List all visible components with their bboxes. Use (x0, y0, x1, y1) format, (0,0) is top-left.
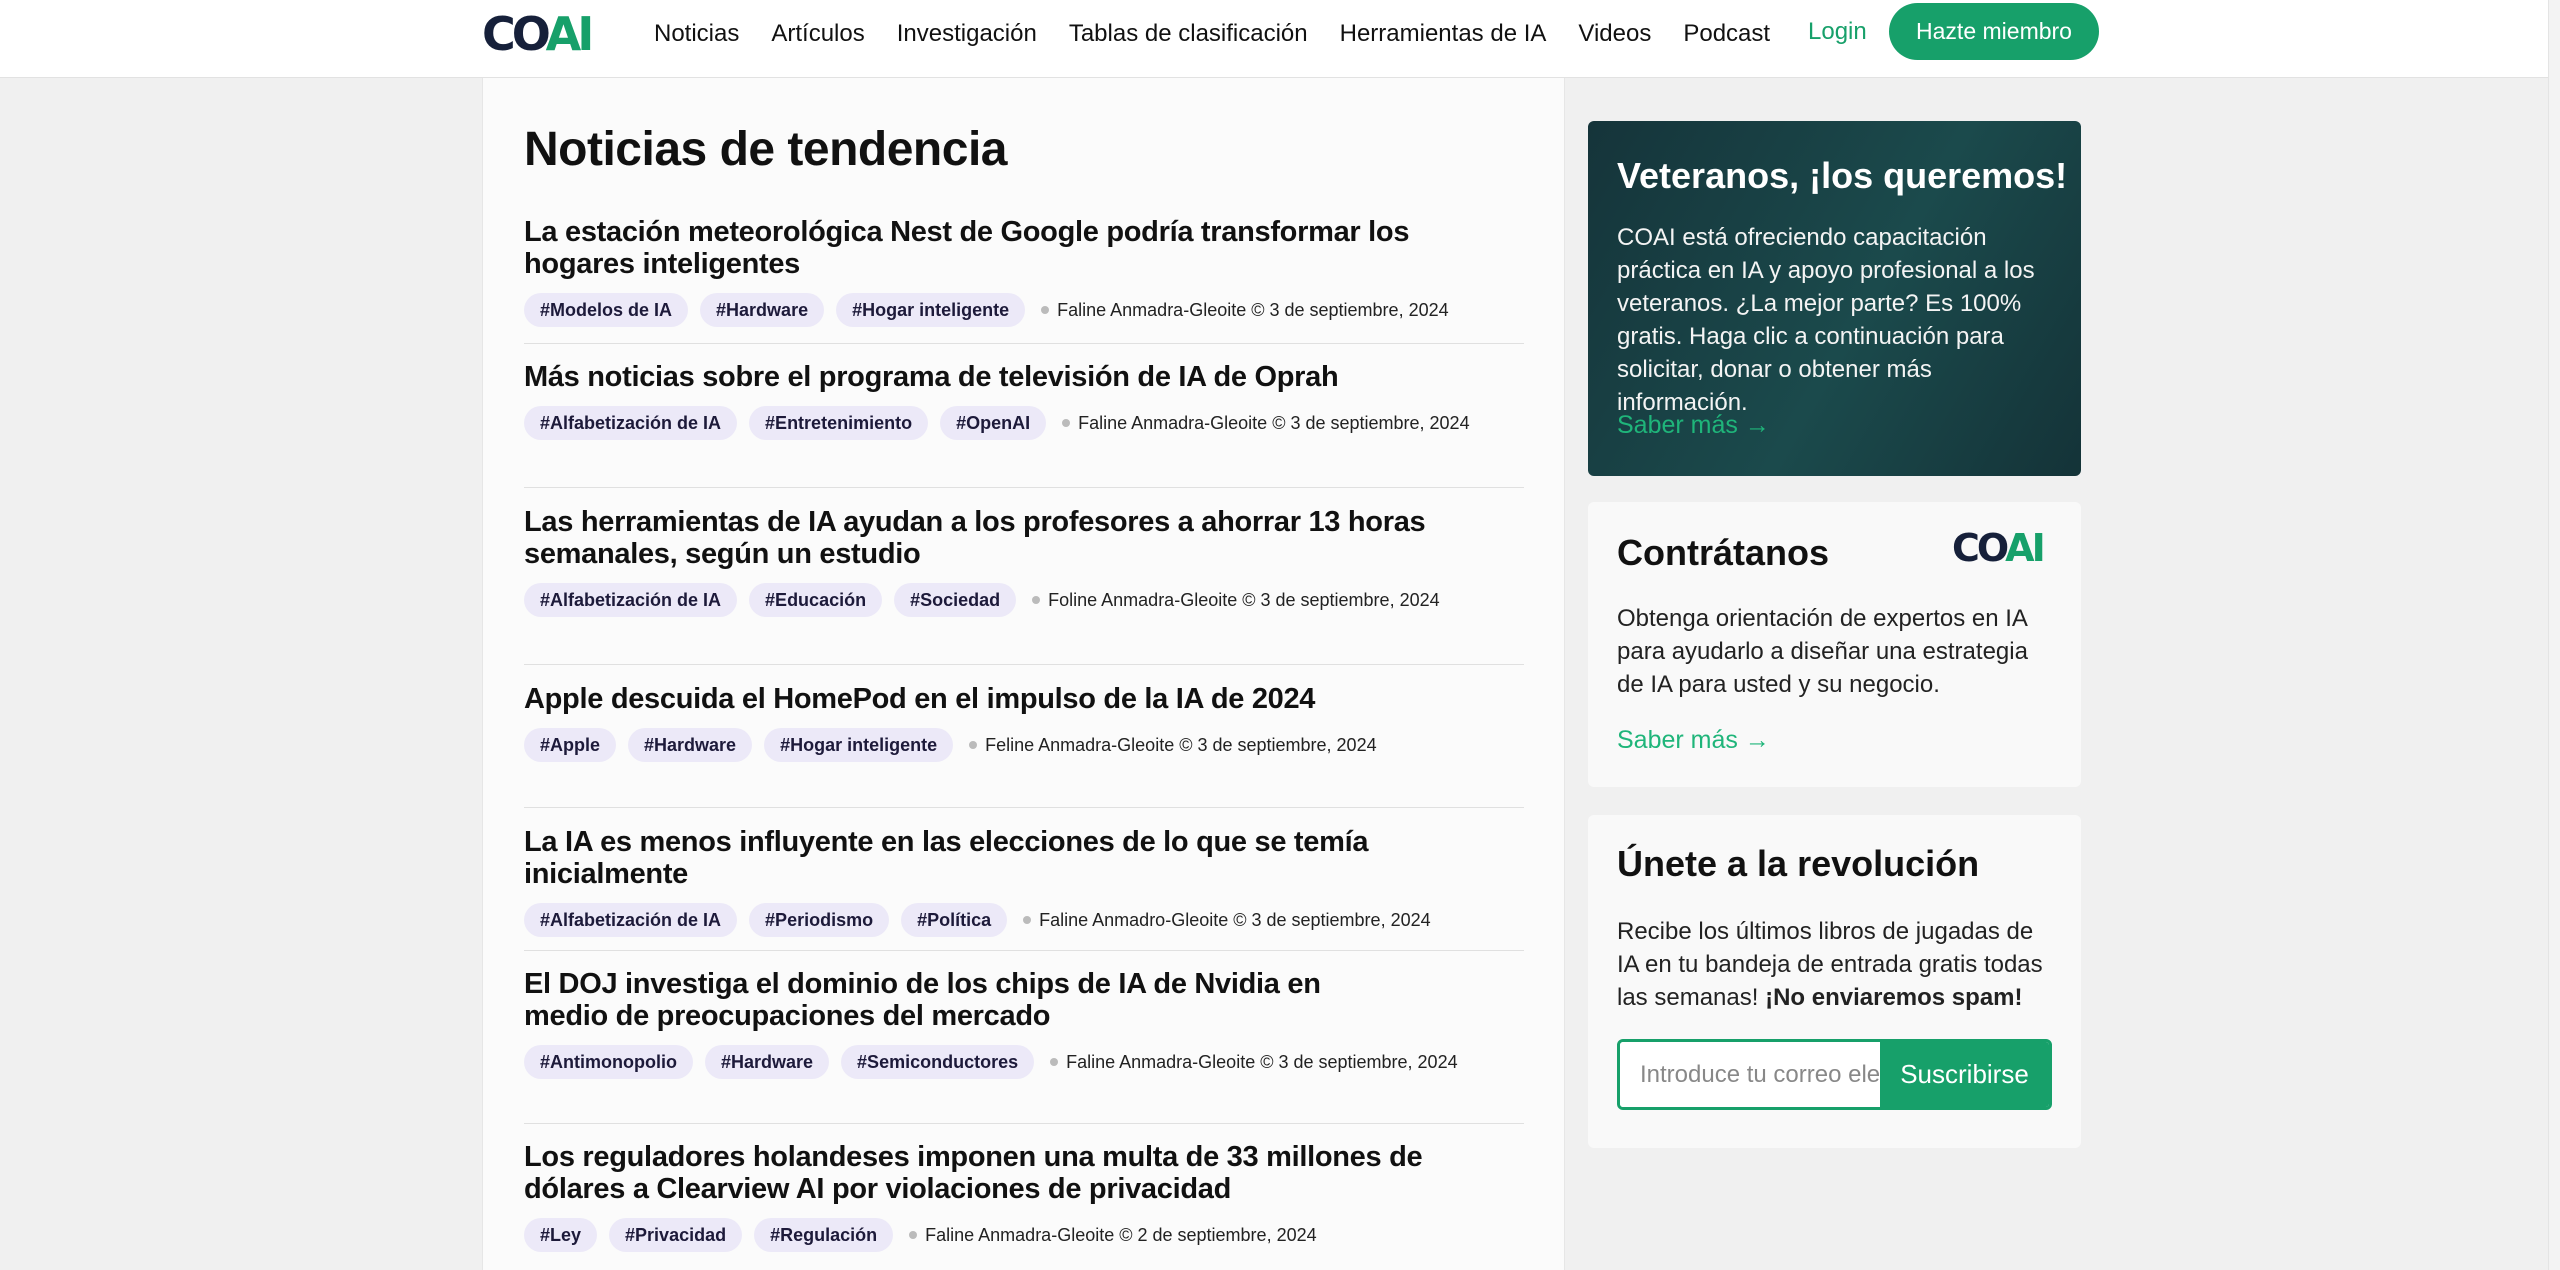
separator-dot (909, 1231, 918, 1239)
separator-dot (1023, 916, 1032, 924)
article-item: Más noticias sobre el programa de televi… (524, 361, 1524, 440)
tag-chip[interactable]: #Antimonopolio (524, 1045, 693, 1079)
nav-noticias[interactable]: Noticias (654, 20, 739, 48)
article-byline: Faline Anmadra-Gleoite © 3 de septiembre… (1078, 412, 1470, 433)
separator-dot (1032, 596, 1041, 604)
tag-chip[interactable]: #Hardware (628, 728, 753, 762)
tag-chip[interactable]: #Política (901, 903, 1008, 937)
nav-investigacion[interactable]: Investigación (897, 20, 1037, 48)
separator-dot (969, 741, 978, 749)
tag-chip[interactable]: #Hardware (704, 1045, 830, 1079)
coai-logo[interactable]: COAI (482, 11, 594, 57)
tag-chip[interactable]: #Alfabetización de IA (524, 903, 738, 937)
newsletter-card: Únete a la revolución Recibe los últimos… (1588, 815, 2081, 1148)
tag-chip[interactable]: #OpenAI (940, 406, 1047, 440)
divider (524, 807, 1524, 808)
divider (524, 950, 1524, 951)
article-byline: Faline Anmadra-Gleoite © 2 de septiembre… (925, 1224, 1317, 1245)
divider (524, 487, 1524, 488)
subscribe-form: Suscribirse (1617, 1039, 2052, 1110)
article-item: El DOJ investiga el dominio de los chips… (524, 968, 1524, 1079)
tag-chip[interactable]: #Educación (749, 583, 883, 617)
article-title[interactable]: Apple descuida el HomePod en el impulso … (524, 683, 1524, 715)
tag-chip[interactable]: #Sociedad (894, 583, 1017, 617)
hire-learn-more-link[interactable]: Saber más → (1617, 726, 1770, 755)
tag-chip[interactable]: #Regulación (754, 1218, 894, 1252)
tag-chip[interactable]: #Hogar inteligente (764, 728, 954, 762)
article-meta: #Alfabetización de IA #Entretenimiento #… (524, 406, 1524, 440)
tag-chip[interactable]: #Periodismo (749, 903, 890, 937)
tag-chip[interactable]: #Alfabetización de IA (524, 583, 738, 617)
tag-chip[interactable]: #Hogar inteligente (836, 293, 1026, 327)
article-byline: Feline Anmadra-Gleoite © 3 de septiembre… (985, 734, 1377, 755)
article-item: Las herramientas de IA ayudan a los prof… (524, 506, 1524, 617)
article-title[interactable]: La IA es menos influyente en las eleccio… (524, 826, 1524, 890)
veterans-card: Veteranos, ¡los queremos! COAI está ofre… (1588, 121, 2081, 476)
main-nav: Noticias Artículos Investigación Tablas … (654, 0, 1802, 68)
page-scrollbar[interactable] (2548, 0, 2560, 1270)
divider (524, 1123, 1524, 1124)
separator-dot (1041, 306, 1050, 314)
article-title[interactable]: Más noticias sobre el programa de televi… (524, 361, 1524, 393)
top-navigation-bar: COAI Noticias Artículos Investigación Ta… (0, 0, 2548, 78)
veterans-body: COAI está ofreciendo capacitación prácti… (1617, 224, 2035, 416)
separator-dot (1050, 1058, 1059, 1066)
tag-chip[interactable]: #Modelos de IA (524, 293, 689, 327)
tag-chip[interactable]: #Privacidad (609, 1218, 743, 1252)
nav-tablas[interactable]: Tablas de clasificación (1069, 20, 1308, 48)
page-title: Noticias de tendencia (524, 123, 1007, 176)
email-input[interactable] (1620, 1042, 1880, 1107)
nav-podcast[interactable]: Podcast (1683, 20, 1770, 48)
tag-chip[interactable]: #Ley (524, 1218, 598, 1252)
article-byline: Faline Anmadra-Gleoite © 3 de septiembre… (1066, 1051, 1458, 1072)
nav-articulos[interactable]: Artículos (771, 20, 864, 48)
article-item: Los reguladores holandeses imponen una m… (524, 1141, 1524, 1252)
veterans-title: Veteranos, ¡los queremos! (1617, 155, 2068, 196)
tag-chip[interactable]: #Semiconductores (841, 1045, 1035, 1079)
hire-us-card: Contrátanos COAI Obtenga orientación de … (1588, 502, 2081, 787)
article-byline: Faline Anmadro-Gleoite © 3 de septiembre… (1039, 909, 1431, 930)
tag-chip[interactable]: #Hardware (700, 293, 825, 327)
nav-videos[interactable]: Videos (1578, 20, 1651, 48)
article-meta: #Apple #Hardware #Hogar inteligente Feli… (524, 728, 1524, 762)
article-item: Apple descuida el HomePod en el impulso … (524, 683, 1524, 762)
tag-chip[interactable]: #Alfabetización de IA (524, 406, 738, 440)
hire-title: Contrátanos (1617, 532, 1830, 573)
article-title[interactable]: La estación meteorológica Nest de Google… (524, 216, 1524, 280)
article-meta: #Alfabetización de IA #Periodismo #Polít… (524, 903, 1524, 937)
article-meta: #Antimonopolio #Hardware #Semiconductore… (524, 1045, 1524, 1079)
veterans-learn-more-link[interactable]: Saber más → (1617, 411, 1770, 440)
article-meta: #Ley #Privacidad #Regulación Faline Anma… (524, 1218, 1524, 1252)
article-byline: Faline Anmadra-Gleoite © 3 de septiembre… (1057, 299, 1449, 320)
join-button[interactable]: Hazte miembro (1889, 3, 2099, 60)
article-title[interactable]: Las herramientas de IA ayudan a los prof… (524, 506, 1504, 570)
separator-dot (1062, 419, 1071, 427)
article-meta: #Alfabetización de IA #Educación #Socied… (524, 583, 1524, 617)
article-item: La estación meteorológica Nest de Google… (524, 216, 1524, 327)
trending-news-column: Noticias de tendencia La estación meteor… (482, 78, 1565, 1270)
article-meta: #Modelos de IA #Hardware #Hogar intelige… (524, 293, 1524, 327)
newsletter-title: Únete a la revolución (1617, 843, 1980, 884)
tag-chip[interactable]: #Entretenimiento (749, 406, 929, 440)
login-link[interactable]: Login (1808, 18, 1867, 46)
newsletter-body: Recibe los últimos libros de jugadas de … (1617, 918, 2043, 1011)
tag-chip[interactable]: #Apple (524, 728, 617, 762)
article-item: La IA es menos influyente en las eleccio… (524, 826, 1524, 937)
article-title[interactable]: El DOJ investiga el dominio de los chips… (524, 968, 1384, 1032)
subscribe-button[interactable]: Suscribirse (1880, 1042, 2049, 1107)
nav-herramientas[interactable]: Herramientas de IA (1340, 20, 1547, 48)
divider (524, 664, 1524, 665)
divider (524, 343, 1524, 344)
article-byline: Foline Anmadra-Gleoite © 3 de septiembre… (1048, 589, 1440, 610)
coai-logo-small: COAI (1952, 526, 2046, 570)
article-title[interactable]: Los reguladores holandeses imponen una m… (524, 1141, 1484, 1205)
hire-body: Obtenga orientación de expertos en IA pa… (1617, 605, 2028, 698)
